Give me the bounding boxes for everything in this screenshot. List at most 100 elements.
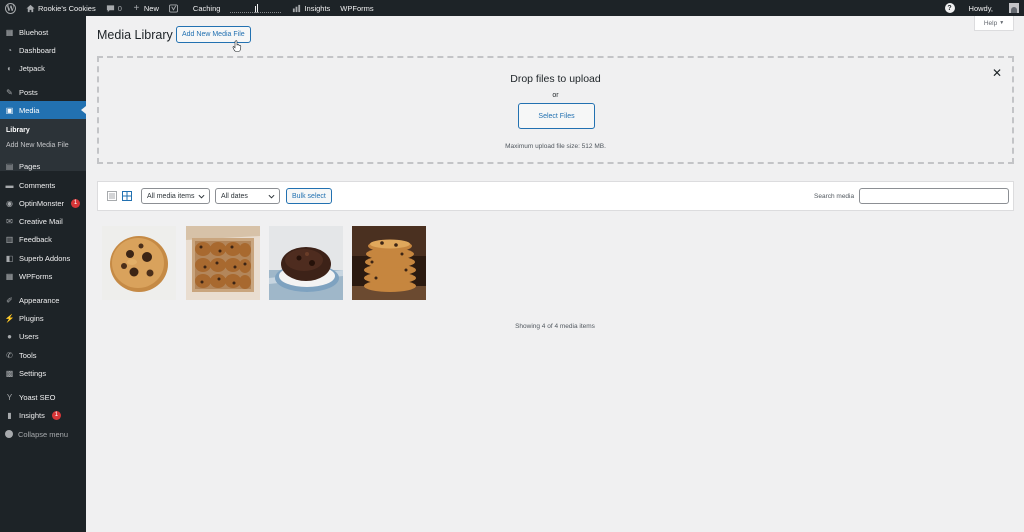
comments-icon: ▬ [5,180,14,190]
bulk-select-button[interactable]: Bulk select [286,188,332,204]
sidebar-item-users[interactable]: ● Users [0,327,86,345]
jetpack-icon: ◐ [7,63,12,73]
settings-icon: ▩ [5,368,14,378]
search-media-input[interactable] [859,188,1009,204]
sidebar-item-optinmonster[interactable]: ◉ OptinMonster 1 [0,194,86,212]
media-item-cookie-stack[interactable] [352,226,426,300]
sidebar-item-bluehost[interactable]: ▦ Bluehost [0,23,86,41]
collapse-label: Collapse menu [18,429,69,439]
pin-icon: ✎ [6,87,13,97]
stats-sparkline[interactable] [225,0,287,16]
list-view-icon[interactable] [107,191,117,201]
wrench-icon: ✆ [6,350,13,360]
caching-menu[interactable]: Caching [183,0,226,16]
notification-badge: 1 [51,410,61,420]
insights-label: Insights [304,3,331,13]
comments-menu[interactable]: 0 [101,0,127,16]
sidebar-item-dashboard[interactable]: ◔ Dashboard [0,41,86,59]
sidebar-item-feedback[interactable]: ▥ Feedback [0,230,86,248]
media-item-chocolate-cookies-plate[interactable] [269,226,343,300]
collapse-menu-button[interactable]: Collapse menu [0,425,86,443]
media-item-cookie-single[interactable] [102,226,176,300]
wp-logo-menu[interactable]: W [0,0,21,16]
sidebar-item-label: OptinMonster [19,198,65,208]
dashboard-icon: ◔ [7,45,12,55]
howdy-label: Howdy, [968,3,993,13]
new-content-menu[interactable]: + New [127,0,164,16]
media-icon: ▣ [5,105,14,115]
main-content: Help ▼ Media Library Add New Media File … [86,16,1024,532]
sidebar-item-tools[interactable]: ✆ Tools [0,346,86,364]
sidebar-item-creative-mail[interactable]: ✉ Creative Mail [0,212,86,230]
cookie-image [102,226,176,300]
sidebar-item-settings[interactable]: ▩ Settings [0,364,86,382]
creative-mail-icon: ✉ [6,216,13,226]
sidebar-item-label: Superb Addons [19,253,71,263]
collapse-icon [5,430,13,438]
sidebar-item-label: Creative Mail [19,216,63,226]
submenu-item-library[interactable]: Library [6,127,30,134]
sidebar-item-label: Appearance [19,295,60,305]
comments-count: 0 [117,3,122,13]
sidebar-item-label: Comments [19,180,56,190]
sidebar-item-comments[interactable]: ▬ Comments [0,176,86,194]
search-media-label: Search media [814,193,855,200]
max-upload-size-text: Maximum upload file size: 512 MB. [505,143,606,150]
optinmonster-icon: ◉ [6,198,13,208]
upload-drop-zone[interactable]: ✕ Drop files to upload or Select Files M… [97,56,1014,164]
sidebar-item-yoast-seo[interactable]: Y Yoast SEO [0,388,86,406]
date-filter[interactable]: All dates [215,188,280,204]
wpforms-menu[interactable]: WPForms [335,0,378,16]
plus-icon: + [133,2,140,14]
my-account-menu[interactable]: Howdy, [960,0,1024,16]
sidebar-item-wpforms[interactable]: ▦ WPForms [0,267,86,285]
sidebar-item-label: Feedback [19,234,52,244]
cookie-stack-image [352,226,426,300]
home-icon [26,4,35,12]
sidebar-item-label: Plugins [19,313,44,323]
sidebar-item-appearance[interactable]: ✐ Appearance [0,291,86,309]
caching-label: Caching [192,3,221,13]
plugin-icon: ⚡ [4,313,15,323]
sidebar-item-posts[interactable]: ✎ Posts [0,83,86,101]
avatar [1009,3,1019,13]
showing-count-text: Showing 4 of 4 media items [515,323,595,330]
site-name-menu[interactable]: Rookie's Cookies [21,0,101,16]
site-name: Rookie's Cookies [38,3,96,13]
insights-menu[interactable]: Insights [287,0,335,16]
admin-bar: W Rookie's Cookies 0 + New Caching Insig… [0,0,1024,16]
wpforms-label: WPForms [340,3,374,13]
media-type-filter-value: All media items [147,192,195,200]
help-tab-button[interactable]: Help ▼ [974,16,1014,31]
sidebar-item-plugins[interactable]: ⚡ Plugins [0,309,86,327]
grid-view-icon[interactable] [122,191,132,201]
sidebar-item-label: Tools [19,350,37,360]
yoast-menu[interactable] [164,0,183,16]
media-toolbar: All media items All dates Bulk select Se… [97,181,1014,211]
bar-chart-icon [293,4,301,12]
sidebar-item-superb-addons[interactable]: ◧ Superb Addons [0,249,86,267]
bluehost-icon: ▦ [5,27,14,37]
or-label: or [552,92,559,99]
chevron-down-icon [268,194,275,199]
sidebar-item-pages[interactable]: ▤ Pages [0,157,86,175]
admin-sidebar: Library Add New Media File ▦ Bluehost ◔ Das… [0,16,86,532]
select-files-button[interactable]: Select Files [518,103,595,129]
media-item-cookies-in-box[interactable] [186,226,260,300]
pages-icon: ▤ [5,161,14,171]
sidebar-item-label: Media [19,105,40,115]
sidebar-item-jetpack[interactable]: ◐ Jetpack [0,59,86,77]
submenu-item-add-new[interactable]: Add New Media File [6,142,69,149]
sidebar-item-label: Jetpack [19,63,45,73]
question-icon: ? [944,3,955,13]
wpforms-icon: ▦ [5,271,14,281]
help-menu[interactable]: ? [940,0,960,16]
media-type-filter[interactable]: All media items [141,188,210,204]
sidebar-item-insights[interactable]: ▮ Insights 1 [0,406,86,424]
superb-addons-icon: ◧ [5,253,14,263]
sidebar-item-media[interactable]: ▣ Media [0,101,86,119]
wordpress-icon: W [5,2,16,14]
sidebar-item-label: Users [19,331,39,341]
comment-bubble-icon [106,4,114,12]
sidebar-item-label: Dashboard [19,45,56,55]
